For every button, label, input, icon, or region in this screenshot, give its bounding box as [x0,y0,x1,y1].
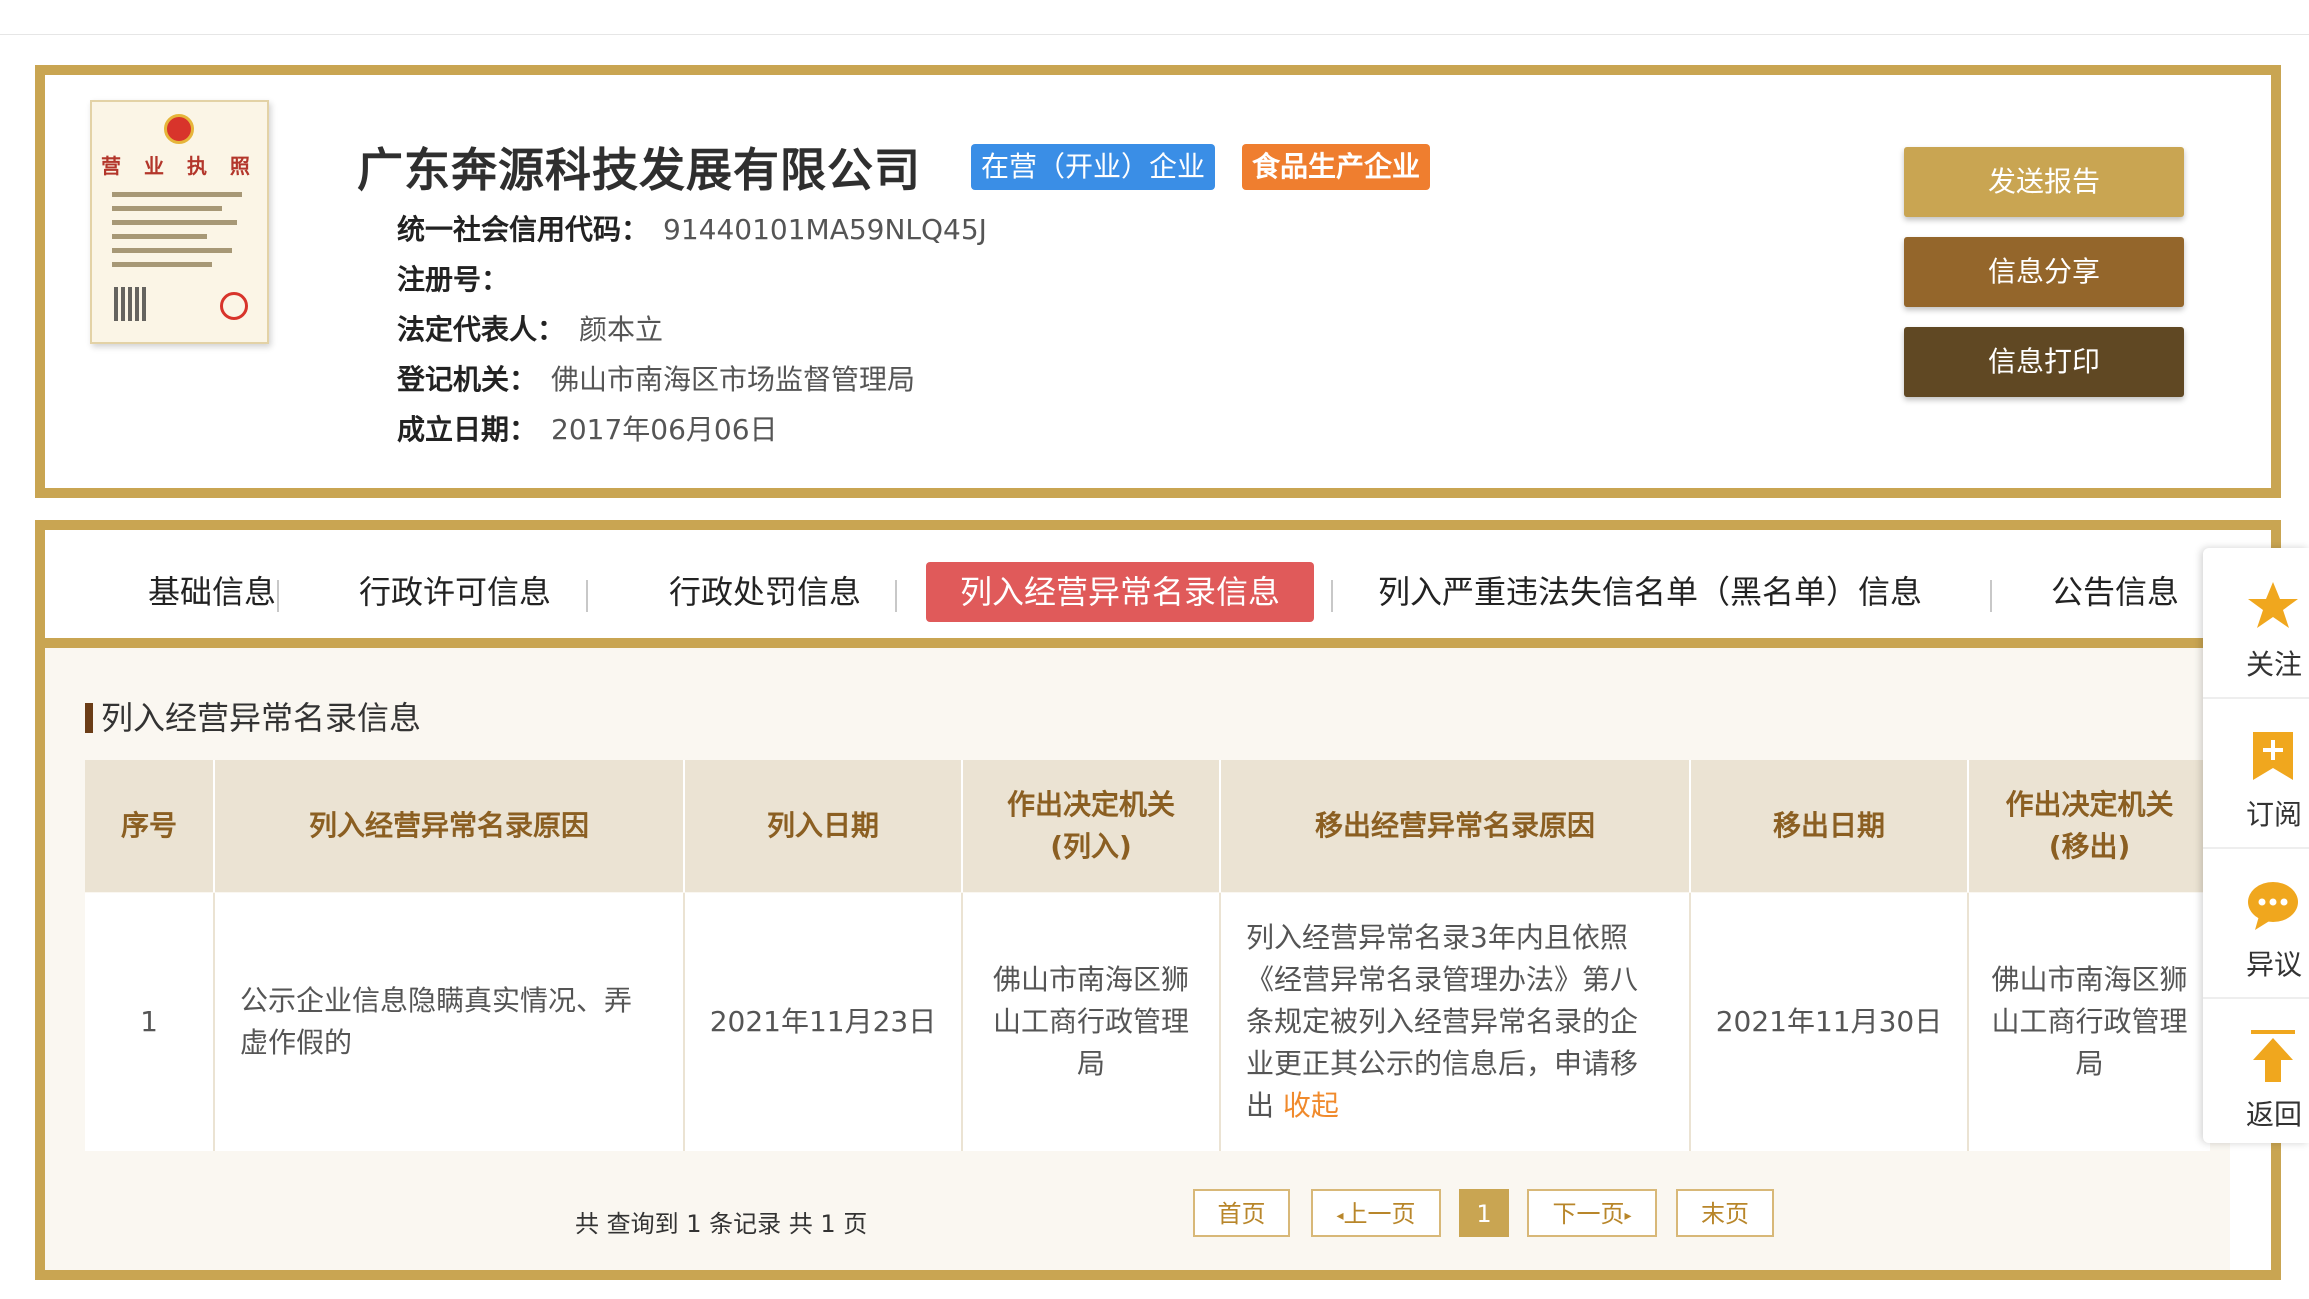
prev-page-label: 上一页 [1343,1200,1416,1228]
section-title-marker [85,703,93,733]
license-text-line [112,220,237,225]
tab-bar: 基础信息 行政许可信息 行政处罚信息 列入经营异常名录信息 列入严重违法失信名单… [45,545,2230,645]
follow-button[interactable]: 关注 [2203,548,2309,696]
tab-separator [1331,580,1333,612]
table-cell-authority-out: 佛山市南海区狮山工商行政管理局 [1969,893,2210,1151]
category-badge: 食品生产企业 [1242,144,1431,190]
objection-button[interactable]: 异议 [2203,848,2309,996]
arrow-up-icon [2251,1030,2295,1082]
table-header-cell: 作出决定机关(移出) [1969,760,2210,892]
section-title-text: 列入经营异常名录信息 [101,699,422,737]
tab-separator [586,580,588,612]
table-header-cell: 移出日期 [1691,760,1969,892]
info-row-credit-code: 统一社会信用代码： 91440101MA59NLQ45J [397,208,987,248]
tab-separator [895,580,897,612]
chevron-left-icon: ◂ [1336,1208,1344,1224]
status-badge: 在营（开业）企业 [971,144,1216,190]
info-row-legal-rep: 法定代表人： 颜本立 [397,308,663,348]
current-page-button[interactable]: 1 [1459,1189,1509,1237]
info-value: 91440101MA59NLQ45J [663,213,987,246]
info-row-authority: 登记机关： 佛山市南海区市场监督管理局 [397,358,915,398]
objection-label: 异议 [2246,948,2303,981]
table-header-cell: 序号 [85,760,215,892]
table-cell-reason-out: 列入经营异常名录3年内且依照《经营异常名录管理办法》第八条规定被列入经营异常名录… [1221,893,1691,1151]
star-icon [2248,582,2298,628]
next-page-label: 下一页 [1552,1200,1625,1228]
table-header-cell: 列入日期 [685,760,963,892]
table-cell-index: 1 [85,893,215,1151]
table-cell-reason-in: 公示企业信息隐瞒真实情况、弄虚作假的 [215,893,685,1151]
info-value: 颜本立 [579,313,664,346]
table-header-cell: 作出决定机关(列入) [963,760,1221,892]
seal-icon [220,292,248,320]
tab-announcements[interactable]: 公告信息 [2035,562,2195,622]
floating-toolbar: 关注 订阅 异议 返回 [2203,548,2309,1143]
license-title: 营 业 执 照 [101,154,258,178]
next-page-button[interactable]: 下一页▸ [1527,1189,1657,1237]
tab-abnormal-operation[interactable]: 列入经营异常名录信息 [926,562,1314,622]
table-header-cell: 列入经营异常名录原因 [215,760,685,892]
tab-separator [1990,580,1992,612]
license-text-line [112,234,207,239]
bookmark-plus-icon [2253,732,2293,780]
first-page-button[interactable]: 首页 [1193,1189,1290,1237]
share-info-button[interactable]: 信息分享 [1904,237,2184,307]
company-name: 广东奔源科技发展有限公司 [357,143,921,197]
info-row-reg-number: 注册号： [397,258,523,298]
info-value: 2017年06月06日 [551,413,778,446]
table-cell-date-out: 2021年11月30日 [1691,893,1969,1151]
back-to-top-button[interactable]: 返回 [2203,998,2309,1146]
info-label: 注册号： [397,263,510,296]
tab-separator [277,580,279,612]
business-license-image[interactable]: 营 业 执 照 [90,100,269,344]
last-page-button[interactable]: 末页 [1676,1189,1774,1237]
pagination-summary: 共 查询到 1 条记录 共 1 页 [575,1210,868,1238]
tab-underline [45,638,2230,648]
chevron-right-icon: ▸ [1624,1208,1632,1224]
info-label: 统一社会信用代码： [397,213,650,246]
tab-blacklist[interactable]: 列入严重违法失信名单（黑名单）信息 [1365,562,1935,622]
section-title: 列入经营异常名录信息 [85,693,421,739]
print-info-button[interactable]: 信息打印 [1904,327,2184,397]
national-emblem-icon [164,114,194,144]
table-header-cell: 移出经营异常名录原因 [1221,760,1691,892]
table-cell-date-in: 2021年11月23日 [685,893,963,1151]
qr-code-icon [114,287,148,321]
tab-basic-info[interactable]: 基础信息 [97,562,327,622]
license-text-line [112,262,212,267]
send-report-button[interactable]: 发送报告 [1904,147,2184,217]
back-label: 返回 [2246,1098,2303,1131]
info-label: 法定代表人： [397,313,566,346]
info-label: 成立日期： [397,413,538,446]
info-value: 佛山市南海区市场监督管理局 [551,363,916,396]
info-row-established: 成立日期： 2017年06月06日 [397,408,778,448]
subscribe-button[interactable]: 订阅 [2203,698,2309,846]
follow-label: 关注 [2246,648,2303,681]
tab-admin-penalty[interactable]: 行政处罚信息 [645,562,885,622]
chat-bubble-icon [2248,882,2298,930]
table-cell-authority-in: 佛山市南海区狮山工商行政管理局 [963,893,1221,1151]
license-text-line [112,248,232,253]
info-label: 登记机关： [397,363,538,396]
license-text-line [112,206,222,211]
license-text-line [112,192,242,197]
prev-page-button[interactable]: ◂上一页 [1311,1189,1441,1237]
collapse-link[interactable]: 收起 [1283,1089,1339,1122]
tab-admin-license[interactable]: 行政许可信息 [335,562,575,622]
subscribe-label: 订阅 [2246,798,2303,831]
top-bar [0,0,2309,35]
